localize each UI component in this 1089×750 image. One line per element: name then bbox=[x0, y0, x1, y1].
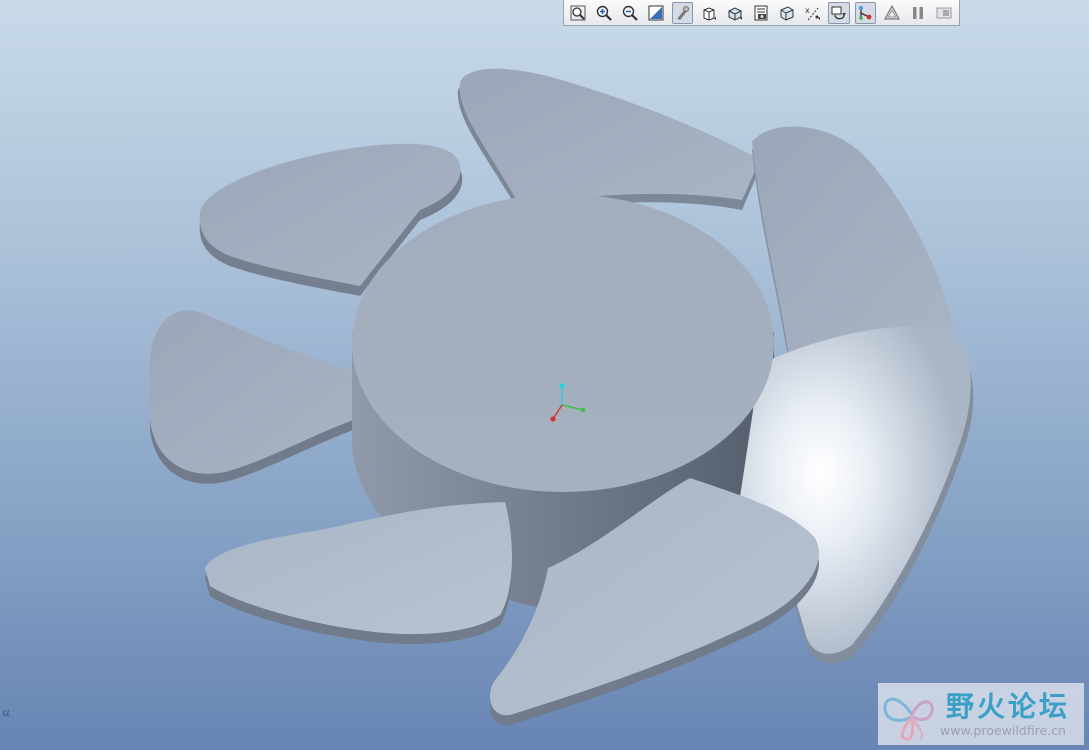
zoom-in-button[interactable] bbox=[593, 2, 615, 24]
shading-icon bbox=[676, 5, 690, 20]
shading-button[interactable] bbox=[671, 1, 694, 24]
flip-icon bbox=[936, 7, 952, 18]
flip-button[interactable] bbox=[933, 2, 955, 24]
view-manager-icon bbox=[754, 5, 768, 20]
pause-icon bbox=[912, 6, 923, 19]
zoom-fit-icon bbox=[570, 5, 586, 20]
datum-display-button[interactable]: x bbox=[802, 2, 824, 24]
view-toolbar: x bbox=[563, 0, 960, 26]
spin-center-button[interactable] bbox=[828, 1, 851, 24]
corner-mark: 以 bbox=[2, 709, 10, 718]
blade-left bbox=[150, 310, 368, 474]
repaint-button[interactable] bbox=[645, 2, 667, 24]
butterfly-logo-icon bbox=[883, 697, 934, 741]
view-cube-icon bbox=[703, 6, 716, 21]
saved-views-button[interactable] bbox=[698, 2, 720, 24]
mesh-icon bbox=[883, 4, 900, 20]
hub-top-face bbox=[352, 194, 774, 492]
3d-viewport[interactable]: x 以 野火论坛 www.proewildfire.cn bbox=[0, 0, 1089, 750]
annotation-display-button[interactable] bbox=[854, 1, 877, 24]
named-views-button[interactable] bbox=[724, 2, 746, 24]
zoom-fit-button[interactable] bbox=[567, 2, 589, 24]
svg-text:x: x bbox=[805, 6, 810, 15]
view-manager-button[interactable] bbox=[750, 2, 772, 24]
zoom-out-button[interactable] bbox=[619, 2, 641, 24]
annotation-icon bbox=[859, 5, 872, 20]
perspective-button[interactable] bbox=[776, 2, 798, 24]
pause-button[interactable] bbox=[907, 2, 929, 24]
zoom-in-icon bbox=[596, 5, 612, 21]
model-scene[interactable] bbox=[0, 0, 1089, 750]
perspective-icon bbox=[780, 5, 794, 21]
watermark-url: www.proewildfire.cn bbox=[940, 723, 1066, 738]
forum-watermark: 野火论坛 www.proewildfire.cn bbox=[878, 683, 1084, 745]
watermark-title: 野火论坛 bbox=[946, 690, 1071, 723]
zoom-out-icon bbox=[623, 5, 638, 21]
spin-center-icon bbox=[831, 6, 847, 19]
mesh-button[interactable] bbox=[881, 2, 903, 24]
repaint-icon bbox=[648, 5, 664, 20]
datum-display-icon: x bbox=[805, 6, 821, 20]
named-view-icon bbox=[728, 6, 742, 21]
